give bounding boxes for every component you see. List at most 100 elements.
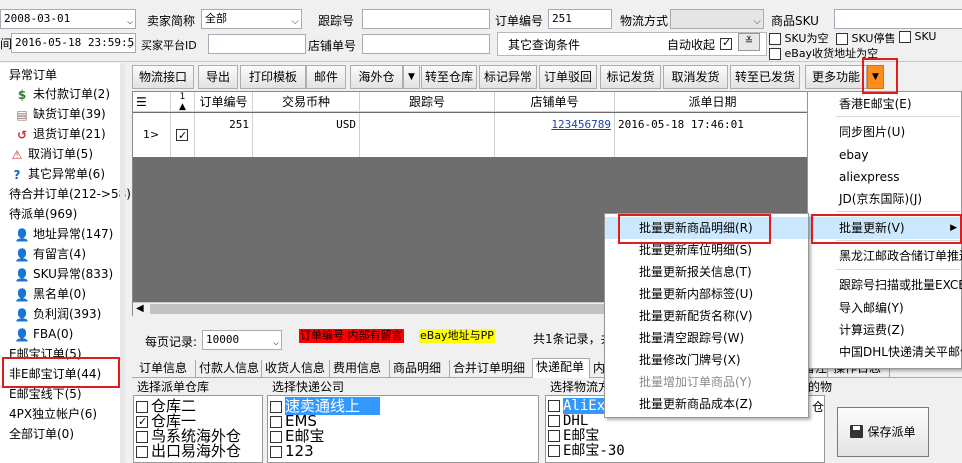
tree-item[interactable]: 非E邮宝订单(44) (9, 366, 101, 382)
tree-scrollbar[interactable] (120, 63, 125, 463)
date-from-field[interactable]: 2008-03-01 ⌵ (0, 9, 136, 29)
col-tracking[interactable]: 跟踪号 (360, 92, 495, 112)
logistics-checkbox[interactable] (548, 430, 560, 442)
menu-sync-images[interactable]: 同步图片(U) (808, 121, 961, 143)
tree-item[interactable]: 全部订单(0) (9, 426, 74, 442)
menu-jd[interactable]: JD(京东国际)(J) (808, 188, 961, 210)
tree-item[interactable]: 异常订单 (9, 67, 57, 83)
submenu-clear-tracking[interactable]: 批量清空跟踪号(W) (605, 327, 808, 349)
submenu-update-locations[interactable]: 批量更新库位明细(S) (605, 239, 808, 261)
menu-heilongjiang-push[interactable]: 黑龙江邮政合储订单推送 (808, 245, 962, 267)
sku-stopped-checkbox[interactable] (836, 33, 848, 45)
scroll-left-icon[interactable]: ◀ (136, 302, 144, 316)
sku-input[interactable] (834, 9, 962, 29)
row-checkbox[interactable] (176, 127, 188, 145)
cancel-ship-button[interactable]: 取消发货 (663, 65, 728, 89)
platform-input[interactable] (208, 34, 306, 54)
submenu-update-customs[interactable]: 批量更新报关信息(T) (605, 261, 808, 283)
tab-order-info[interactable]: 订单信息 (136, 360, 196, 377)
tab-fee-info[interactable]: 费用信息 (330, 360, 390, 377)
col-order-no[interactable]: 订单编号 (195, 92, 253, 112)
logistics-api-button[interactable]: 物流接口 (132, 65, 194, 89)
menu-aliexpress[interactable]: aliexpress (808, 166, 961, 188)
overseas-warehouse-button[interactable]: 海外仓 (350, 65, 403, 89)
tree-item[interactable]: 待合并订单(212->58) (9, 186, 131, 202)
sku-empty-checkbox[interactable] (769, 33, 781, 45)
email-button[interactable]: 邮件 (306, 65, 346, 89)
more-functions-button[interactable]: 更多功能 (805, 65, 867, 89)
tab-item-detail[interactable]: 商品明细 (390, 360, 450, 377)
col-shop-order[interactable]: 店铺单号 (495, 92, 615, 112)
menu-calc-freight[interactable]: 计算运费(Z) (808, 319, 961, 341)
tree-item[interactable]: E邮宝线下(5) (9, 386, 82, 402)
tree-item[interactable]: 👤 黑名单(0) (14, 286, 86, 303)
mark-shipped-button[interactable]: 标记发货 (600, 65, 661, 89)
logistics-checkbox[interactable] (548, 445, 560, 457)
mark-exception-button[interactable]: 标记异常 (479, 65, 537, 89)
shop-order-input[interactable] (362, 34, 490, 54)
grid-sort-header[interactable]: 1 ▲ (171, 92, 195, 112)
reject-order-button[interactable]: 订单驳回 (539, 65, 597, 89)
menu-hk-eub[interactable]: 香港E邮宝(E) (808, 93, 961, 115)
tab-payer-info[interactable]: 付款人信息 (196, 360, 262, 377)
per-page-select[interactable]: 10000 ⌵ (202, 330, 282, 350)
tree-item[interactable]: ↺ 退货订单(21) (14, 126, 106, 143)
express-checkbox[interactable] (270, 430, 282, 443)
menu-china-dhl[interactable]: 中国DHL快递清关平邮件 (808, 341, 962, 363)
to-warehouse-button[interactable]: 转至仓库 (421, 65, 477, 89)
warehouse-checkbox[interactable] (136, 414, 148, 430)
warehouse-item[interactable]: 出口易海外仓 (136, 443, 241, 459)
export-button[interactable]: 导出 (198, 65, 238, 89)
date-to-field[interactable]: 2016-05-18 23:59:5 ⌵ (11, 33, 136, 53)
logistics-checkbox[interactable] (548, 415, 560, 427)
submenu-update-picking-name[interactable]: 批量更新配货名称(V) (605, 305, 808, 327)
tree-item[interactable]: 4PX独立帐户(6) (9, 406, 97, 422)
to-shipped-button[interactable]: 转至已发货 (730, 65, 800, 89)
tree-item[interactable]: ⚠ 取消订单(5) (9, 146, 93, 163)
grid-select-header[interactable]: ☰ (133, 92, 171, 112)
logistics-checkbox[interactable] (548, 400, 560, 412)
menu-import-zip[interactable]: 导入邮编(Y) (808, 297, 961, 319)
logistics-select[interactable]: ⌵ (670, 9, 764, 29)
row-shop-order-link[interactable]: 123456789 (495, 113, 615, 157)
collapse-button[interactable]: ≚ (738, 33, 760, 51)
warehouse-checkbox[interactable] (136, 430, 148, 443)
menu-ebay[interactable]: ebay (808, 144, 961, 166)
save-dispatch-button[interactable]: 保存派单 (837, 407, 929, 457)
tree-item[interactable]: E邮宝订单(5) (9, 346, 82, 362)
menu-tracking-scan[interactable]: 跟踪号扫描或批量EXCEL (808, 274, 962, 296)
warehouse-checkbox[interactable] (136, 400, 148, 413)
express-checkbox[interactable] (270, 415, 282, 428)
submenu-update-items[interactable]: 批量更新商品明细(R) (605, 217, 808, 239)
tree-item[interactable]: 👤 SKU异常(833) (14, 266, 114, 283)
overseas-dropdown-button[interactable]: ▼ (403, 65, 420, 89)
tab-express-dispatch[interactable]: 快递配单 (532, 358, 590, 378)
tab-receiver-info[interactable]: 收货人信息 (262, 360, 330, 377)
submenu-edit-house-no[interactable]: 批量修改门牌号(X) (605, 349, 808, 371)
logistics-item[interactable]: AliEx (548, 398, 606, 414)
seller-select[interactable]: 全部 ⌵ (201, 9, 302, 29)
logistics-item[interactable]: DHL (548, 413, 588, 429)
express-checkbox[interactable] (270, 445, 282, 458)
express-checkbox[interactable] (270, 400, 282, 413)
tree-item[interactable]: 👤 有留言(4) (14, 246, 86, 263)
tracking-input[interactable] (362, 9, 490, 29)
logistics-item[interactable]: E邮宝-30 (548, 443, 625, 459)
tree-item[interactable]: 👤 FBA(0) (14, 326, 74, 343)
sku-cut-checkbox[interactable] (899, 31, 911, 43)
col-dispatch-date[interactable]: 派单日期 (615, 92, 811, 112)
tree-item[interactable]: 👤 负利润(393) (14, 306, 102, 323)
tree-item[interactable]: $ 未付款订单(2) (14, 86, 110, 103)
logistics-item[interactable]: E邮宝 (548, 428, 599, 444)
submenu-update-cost[interactable]: 批量更新商品成本(Z) (605, 393, 808, 415)
tab-merge-detail[interactable]: 合并订单明细 (450, 360, 534, 377)
tree-item[interactable]: 👤 地址异常(147) (14, 226, 114, 243)
ebay-addr-checkbox[interactable] (769, 48, 781, 60)
more-dropdown-button[interactable]: ▼ (867, 65, 884, 89)
col-currency[interactable]: 交易币种 (253, 92, 360, 112)
warehouse-checkbox[interactable] (136, 445, 148, 458)
auto-collect-checkbox[interactable] (720, 36, 732, 50)
tree-item[interactable]: 待派单(969) (9, 206, 77, 222)
express-item[interactable]: 123 (270, 443, 314, 459)
order-no-input[interactable]: 251 (548, 9, 612, 29)
